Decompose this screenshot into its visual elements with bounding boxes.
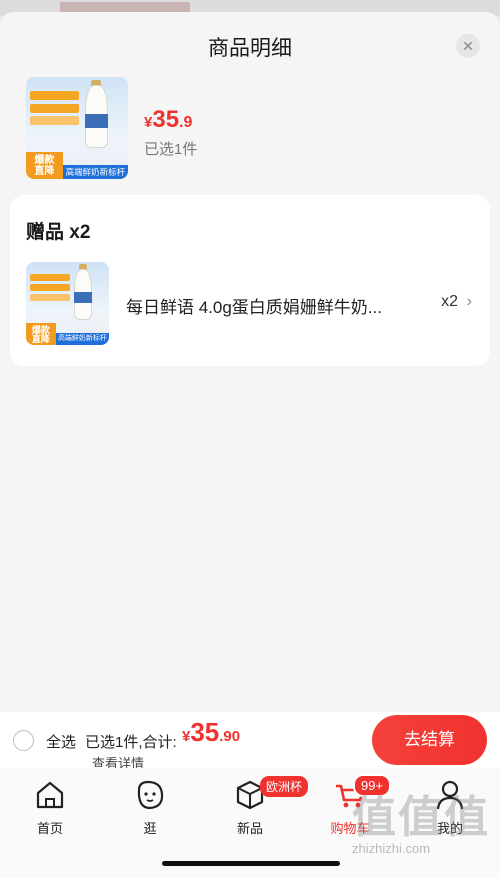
checkout-button[interactable]: 去结算	[372, 715, 487, 765]
selected-count: 已选1件	[144, 141, 198, 158]
total-decimal: .90	[219, 728, 241, 745]
checkout-bar: 全选 已选1件,合计: ¥35.90 查看详情 去结算	[0, 712, 500, 771]
promo-band	[30, 91, 79, 101]
promo-band	[30, 293, 70, 301]
gift-title: 赠品 x2	[26, 222, 91, 243]
order-summary: 已选1件,合计:	[85, 734, 177, 751]
new-tab-badge: 欧洲杯	[260, 776, 309, 797]
close-icon: ✕	[462, 38, 474, 54]
tab-home[interactable]: 首页	[15, 778, 85, 837]
price-decimal: .9	[179, 114, 193, 131]
product-strip: 高端鲜奶新标杆	[55, 333, 109, 345]
chevron-right-icon[interactable]: ›	[467, 293, 472, 311]
hot-deal-tag: 爆款 直降	[26, 152, 63, 179]
select-all-radio[interactable]	[13, 730, 34, 751]
tab-label: 首页	[36, 821, 63, 836]
product-thumbnail[interactable]: 爆款 直降 高端鲜奶新标杆	[26, 77, 128, 179]
gift-name[interactable]: 每日鲜语 4.0g蛋白质娟姗鲜牛奶...	[126, 293, 416, 318]
bottle-label	[85, 113, 108, 128]
product-strip: 高端鲜奶新标杆	[62, 164, 128, 179]
promo-band	[30, 115, 79, 125]
home-icon	[36, 781, 64, 809]
browse-face-icon	[137, 780, 164, 810]
gift-card: 赠品 x2 爆款 直降 高端鲜奶新标杆 每日鲜语 4.0g蛋白质娟姗鲜牛奶...…	[10, 195, 490, 366]
promo-band	[30, 103, 79, 113]
gift-quantity: x2	[441, 293, 458, 310]
watermark: 值值值 zhizhizhi.com	[352, 793, 492, 857]
hot-deal-tag: 爆款 直降	[26, 323, 56, 345]
home-indicator	[162, 861, 340, 866]
select-all-label[interactable]: 全选	[46, 731, 76, 752]
product-price: ¥35.9	[144, 106, 192, 134]
price-integer: 35	[152, 106, 180, 133]
sheet-title: 商品明细	[208, 37, 292, 60]
total-integer: 35	[190, 717, 220, 747]
bottle-label	[74, 291, 93, 304]
tab-label: 逛	[143, 821, 157, 836]
tab-browse[interactable]: 逛	[115, 778, 185, 837]
promo-band	[30, 273, 70, 282]
close-button[interactable]: ✕	[456, 34, 480, 58]
tab-label: 新品	[236, 821, 263, 836]
gift-thumbnail[interactable]: 爆款 直降 高端鲜奶新标杆	[26, 262, 109, 345]
order-total: ¥35.90	[182, 717, 240, 748]
promo-band	[30, 283, 70, 292]
watermark-glyphs: 值值值	[352, 793, 490, 842]
watermark-text: zhizhizhi.com	[352, 841, 431, 856]
product-detail-sheet: 商品明细 ✕ 爆款 直降 高端鲜奶新标杆 ¥35.9 已选1件 赠品 x2 爆款…	[0, 12, 500, 712]
